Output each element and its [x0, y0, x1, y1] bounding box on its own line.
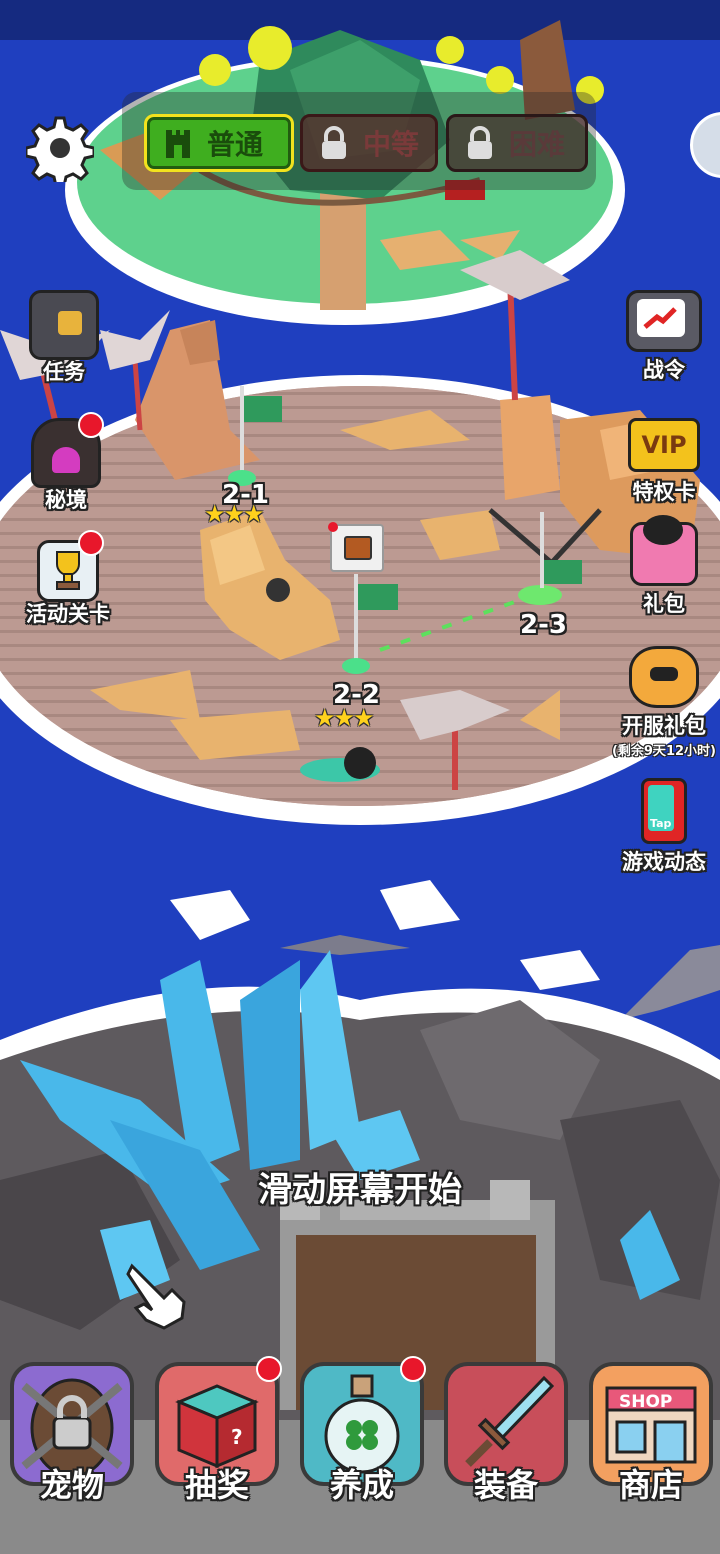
- gift-pack-button[interactable]: 礼包: [614, 515, 714, 618]
- nav-lottery-label: 抽奖: [184, 1466, 249, 1504]
- settings-button[interactable]: [24, 114, 96, 188]
- event-stage-label: 活动关卡: [26, 602, 110, 626]
- swipe-start-hint: 滑动屏幕开始: [258, 1170, 462, 1210]
- difficulty-bar: 普通 中等 困难: [122, 92, 596, 190]
- lock-icon: [463, 126, 497, 160]
- tab-normal[interactable]: 普通: [144, 114, 294, 172]
- vip-card-label: 特权卡: [632, 480, 696, 504]
- quest-button[interactable]: 任务: [14, 290, 114, 386]
- level-stars-2-1: ★★★: [204, 500, 265, 528]
- svg-text:?: ?: [231, 1425, 243, 1449]
- opening-gift-timer: (剩余9天12小时): [611, 744, 717, 759]
- gear-icon: [24, 116, 96, 188]
- tab-medium[interactable]: 中等: [300, 114, 438, 172]
- battle-pass-tv-icon: [626, 290, 702, 352]
- tap-text: Tap: [650, 817, 672, 830]
- phone-tap-icon: Tap: [641, 778, 687, 844]
- vip-card-button[interactable]: VIP 特权卡: [614, 418, 714, 506]
- quest-label: 任务: [43, 360, 85, 384]
- notification-dot: [78, 530, 104, 556]
- treasure-chest-icon[interactable]: [328, 522, 384, 572]
- nav-equipment-label: 装备: [473, 1466, 538, 1504]
- castle-icon: [161, 126, 195, 160]
- gift-pack-icon: [630, 515, 698, 586]
- game-news-button[interactable]: Tap 游戏动态: [614, 778, 714, 876]
- opening-gift-button[interactable]: 开服礼包 (剩余9天12小时): [604, 646, 720, 759]
- lock-icon: [317, 126, 351, 160]
- notification-dot: [256, 1356, 282, 1382]
- gift-pack-label: 礼包: [643, 592, 685, 616]
- level-flag-2-2[interactable]: [340, 568, 404, 678]
- opening-gift-label: 开服礼包: [622, 714, 706, 738]
- nav-cultivate-label: 养成: [329, 1466, 394, 1504]
- secret-realm-button[interactable]: 秘境: [16, 412, 116, 514]
- pointing-hand-icon: [126, 1263, 186, 1330]
- level-flag-2-3[interactable]: [520, 508, 590, 608]
- vip-card-icon: VIP: [628, 418, 700, 472]
- game-news-label: 游戏动态: [622, 850, 706, 874]
- notification-dot: [400, 1356, 426, 1382]
- opening-gift-icon: [629, 646, 699, 708]
- tab-medium-label: 中等: [363, 128, 420, 161]
- vip-badge-text: VIP: [641, 431, 687, 459]
- notification-dot: [78, 412, 104, 438]
- battle-pass-label: 战令: [643, 358, 685, 382]
- nav-pet-label: 宠物: [39, 1466, 104, 1504]
- level-stars-2-2: ★★★: [314, 704, 375, 732]
- quest-book-icon: [29, 290, 99, 360]
- tab-hard[interactable]: 困难: [446, 114, 588, 172]
- tab-normal-label: 普通: [207, 128, 264, 161]
- battle-pass-button[interactable]: 战令: [614, 290, 714, 384]
- level-label-2-3: 2-3: [520, 610, 567, 640]
- tab-hard-label: 困难: [509, 128, 566, 161]
- nav-shop-label: 商店: [618, 1466, 683, 1504]
- event-stage-button[interactable]: 活动关卡: [18, 530, 118, 628]
- game-world-background: [0, 0, 720, 1554]
- shop-sign-text: SHOP: [619, 1392, 673, 1412]
- secret-realm-label: 秘境: [45, 488, 87, 512]
- level-flag-2-1[interactable]: [228, 380, 288, 490]
